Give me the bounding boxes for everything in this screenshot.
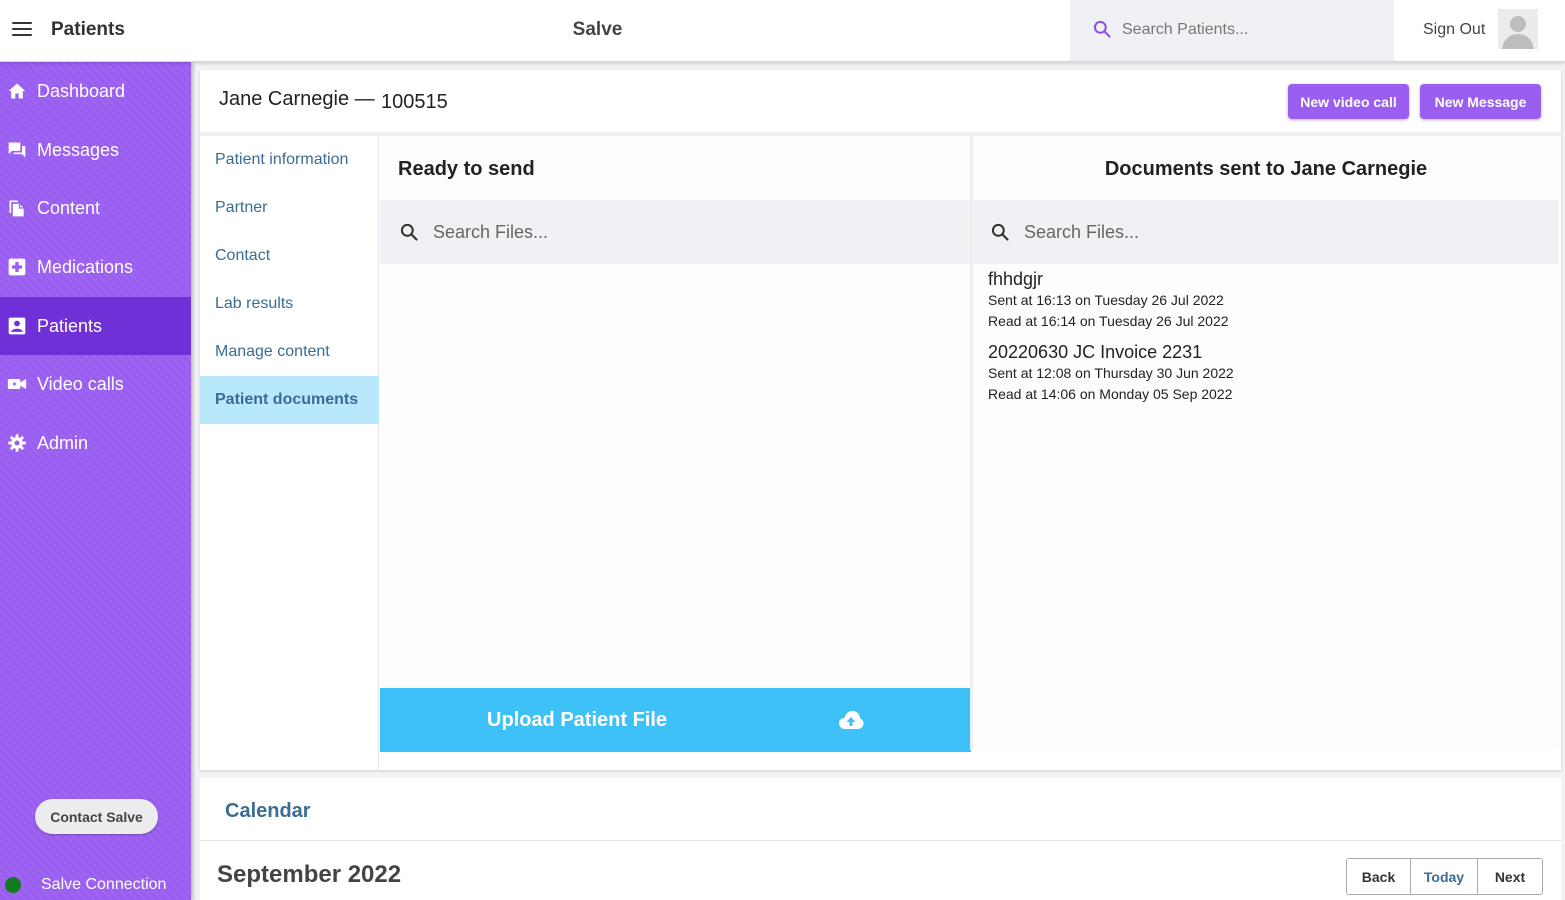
calendar-title: Calendar: [225, 800, 311, 822]
sent-document-item[interactable]: fhhdgjr Sent at 16:13 on Tuesday 26 Jul …: [988, 268, 1229, 332]
sidebar-item-label: Admin: [37, 432, 89, 453]
connection-status-indicator: [5, 877, 21, 893]
document-name: fhhdgjr: [988, 269, 1044, 289]
top-app-bar: Patients Salve Sign Out: [0, 0, 1565, 62]
sent-files-search-bar: [973, 200, 1559, 264]
subnav-item-manage-content[interactable]: Manage content: [200, 328, 379, 376]
app-title: Salve: [572, 19, 623, 40]
sidebar-item-label: Medications: [37, 256, 134, 277]
subnav-item-partner[interactable]: Partner: [200, 184, 379, 232]
user-avatar-icon: [1498, 9, 1538, 49]
calendar-divider: [200, 840, 1561, 841]
ready-to-send-title: Ready to send: [398, 158, 535, 180]
document-name: 20220630 JC Invoice 2231: [988, 342, 1203, 362]
calendar-navigation: Back Today Next: [1346, 858, 1543, 895]
upload-patient-file-button[interactable]: Upload Patient File: [380, 688, 971, 752]
gear-icon: [8, 434, 26, 452]
search-icon: [1093, 20, 1111, 38]
sidebar-item-label: Patients: [37, 315, 103, 336]
documents-sent-title: Documents sent to Jane Carnegie: [1104, 158, 1428, 180]
ready-files-search-bar: [380, 200, 970, 264]
sidebar-item-patients[interactable]: Patients: [0, 297, 191, 355]
chat-icon: [8, 142, 26, 158]
sidebar-item-label: Messages: [37, 139, 120, 160]
video-camera-icon: [7, 379, 27, 389]
calendar-month-label: September 2022: [217, 861, 402, 888]
subnav-item-contact[interactable]: Contact: [200, 232, 379, 280]
patient-name: Jane Carnegie —: [219, 88, 375, 110]
patient-documents-card: Jane Carnegie — 100515 New video call Ne…: [200, 70, 1561, 770]
calendar-back-button[interactable]: Back: [1347, 859, 1411, 894]
contact-card-icon: [8, 317, 26, 335]
new-message-button[interactable]: New Message: [1420, 84, 1541, 119]
document-sent-time: Sent at 12:08 on Thursday 30 Jun 2022: [988, 365, 1234, 381]
documents-sent-panel: Documents sent to Jane Carnegie fhhdgjr …: [973, 136, 1559, 750]
new-video-call-button[interactable]: New video call: [1288, 84, 1409, 119]
hamburger-menu-icon[interactable]: [12, 22, 32, 40]
patient-search-input[interactable]: [1122, 16, 1372, 44]
document-read-time: Read at 14:06 on Monday 05 Sep 2022: [988, 386, 1233, 402]
search-icon: [400, 223, 418, 241]
ready-files-search-input[interactable]: [433, 218, 913, 246]
medical-plus-icon: [8, 258, 26, 276]
sidebar-item-label: Content: [37, 197, 101, 218]
user-avatar[interactable]: [1498, 9, 1538, 49]
search-icon: [991, 223, 1009, 241]
calendar-section: Calendar September 2022 Back Today Next: [200, 778, 1561, 900]
connection-status-label: Salve Connection: [41, 876, 167, 893]
sidebar-item-admin[interactable]: Admin: [0, 414, 191, 472]
document-read-time: Read at 16:14 on Tuesday 26 Jul 2022: [988, 313, 1229, 329]
sent-document-item[interactable]: 20220630 JC Invoice 2231 Sent at 12:08 o…: [988, 341, 1234, 405]
home-icon: [8, 83, 26, 99]
section-title: Patients: [51, 19, 125, 40]
ready-to-send-panel: Ready to send Upload Patient File: [380, 136, 971, 754]
patient-id: 100515: [381, 91, 448, 113]
sidebar-item-messages[interactable]: Messages: [0, 121, 191, 179]
sidebar: Dashboard Messages Content Medications P…: [0, 62, 191, 900]
sidebar-item-content[interactable]: Content: [0, 179, 191, 237]
cloud-upload-icon: [839, 711, 864, 729]
subnav-item-patient-information[interactable]: Patient information: [200, 136, 379, 184]
sidebar-item-label: Video calls: [37, 373, 124, 394]
calendar-next-button[interactable]: Next: [1478, 859, 1542, 894]
sidebar-item-dashboard[interactable]: Dashboard: [0, 62, 191, 120]
sign-out-link[interactable]: Sign Out: [1423, 21, 1485, 39]
sent-files-search-input[interactable]: [1024, 218, 1504, 246]
calendar-today-button[interactable]: Today: [1411, 859, 1478, 894]
subnav-item-lab-results[interactable]: Lab results: [200, 280, 379, 328]
sidebar-item-video-calls[interactable]: Video calls: [0, 355, 191, 413]
copy-icon: [9, 200, 24, 217]
upload-button-label: Upload Patient File: [487, 709, 668, 731]
subnav-item-patient-documents[interactable]: Patient documents: [200, 376, 379, 424]
contact-salve-button[interactable]: Contact Salve: [35, 799, 158, 834]
sidebar-item-label: Dashboard: [37, 80, 126, 101]
sidebar-item-medications[interactable]: Medications: [0, 238, 191, 296]
document-sent-time: Sent at 16:13 on Tuesday 26 Jul 2022: [988, 292, 1224, 308]
patient-search-bar: [1070, 0, 1394, 61]
patient-subnav: Patient information Partner Contact Lab …: [200, 136, 379, 770]
